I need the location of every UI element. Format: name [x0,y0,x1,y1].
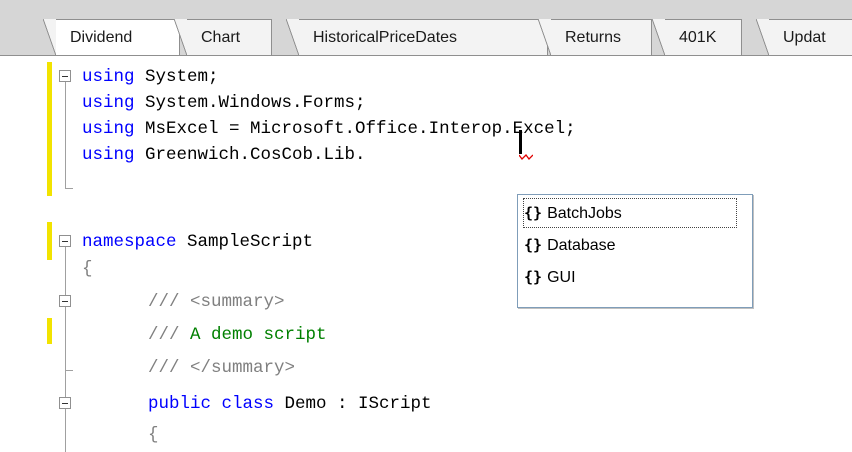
tab-dividend[interactable]: Dividend [43,19,180,55]
code-text: MsExcel = Microsoft.Office.Interop.Excel… [134,119,576,139]
code-line-2: using System.Windows.Forms; [82,90,366,116]
fold-line [65,82,66,188]
code-line-9: /// A demo script [148,322,327,348]
autocomplete-item-gui[interactable]: {} GUI [524,263,576,291]
doc-comment-tag: </summary> [179,358,296,378]
keyword: using [82,67,135,87]
text-caret [519,130,522,154]
code-text: System.Windows.Forms; [134,93,366,113]
code-line-1: using System; [82,64,219,90]
code-text: Greenwich.CosCob.Lib. [134,145,366,165]
fold-collapse-icon[interactable] [59,397,71,409]
code-line-3: using MsExcel = Microsoft.Office.Interop… [82,116,576,142]
fold-collapse-icon[interactable] [59,70,71,82]
tab-historicalpricedates[interactable]: HistoricalPriceDates [286,19,548,55]
tab-label: Updat [783,29,826,46]
keyword: using [82,145,135,165]
fold-collapse-icon[interactable] [59,295,71,307]
code-text: SampleScript [176,232,314,252]
namespace-icon: {} [524,268,543,286]
autocomplete-popup: {} BatchJobs {} Database {} GUI [517,194,753,308]
tab-401k[interactable]: 401K [652,19,742,55]
change-marker [47,318,52,344]
document-tab-bar: Dividend Chart HistoricalPriceDates Retu… [0,0,852,56]
tab-label: Chart [201,29,241,46]
error-squiggle [519,154,533,160]
fold-collapse-icon[interactable] [59,235,71,247]
doc-comment-text: A demo script [179,325,327,345]
code-text: Demo : IScript [274,394,432,414]
code-line-8: /// <summary> [148,289,285,315]
code-line-12: { [148,422,159,448]
code-line-4: using Greenwich.CosCob.Lib. [82,142,366,168]
keyword: public class [148,394,275,414]
change-marker [47,222,52,260]
fold-end [65,188,73,189]
fold-line [65,247,66,452]
tab-chart[interactable]: Chart [174,19,272,55]
doc-comment-tag: <summary> [179,292,285,312]
tab-updat[interactable]: Updat [756,19,852,55]
doc-comment-prefix: /// [148,358,180,378]
brace: { [82,259,93,279]
tab-label: 401K [679,29,717,46]
autocomplete-item-database[interactable]: {} Database [524,231,616,259]
keyword: namespace [82,232,177,252]
fold-end [65,370,73,371]
brace: { [148,425,159,445]
autocomplete-item-label: Database [547,237,616,254]
doc-comment-prefix: /// [148,325,180,345]
autocomplete-item-label: GUI [547,269,576,286]
keyword: using [82,93,135,113]
tab-label: Dividend [70,29,133,46]
code-line-10: /// </summary> [148,355,295,381]
keyword: using [82,119,135,139]
doc-comment-prefix: /// [148,292,180,312]
change-marker [47,62,52,196]
tab-returns[interactable]: Returns [538,19,652,55]
namespace-icon: {} [524,236,543,254]
tab-label: HistoricalPriceDates [313,29,458,46]
code-line-11: public class Demo : IScript [148,391,432,417]
tab-label: Returns [565,29,622,46]
autocomplete-item-batchjobs[interactable]: {} BatchJobs [523,198,737,228]
namespace-icon: {} [524,204,543,222]
code-line-6: namespace SampleScript [82,229,313,255]
code-line-7: { [82,256,93,282]
code-text: System; [134,67,219,87]
autocomplete-item-label: BatchJobs [547,205,622,222]
